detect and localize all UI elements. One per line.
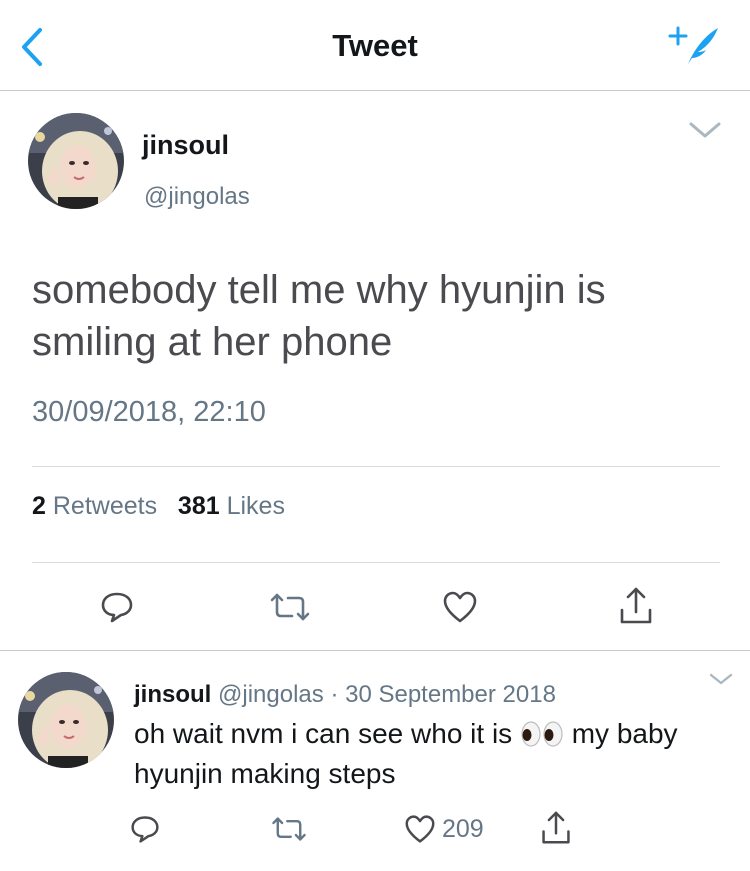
divider [32,466,720,467]
avatar[interactable] [28,113,124,209]
retweet-icon[interactable] [268,592,312,627]
reply-icon[interactable] [100,590,134,629]
reply-date[interactable]: 30 September 2018 [345,681,556,708]
tweet-timestamp: 30/09/2018, 22:10 [32,396,266,428]
retweets-label: Retweets [52,492,158,520]
reply-chevron-down-icon[interactable] [708,672,734,686]
like-icon[interactable] [442,590,478,629]
reply-reply-icon[interactable] [130,814,160,849]
likes-count: 381 [177,492,220,520]
retweets-count: 2 [32,492,46,520]
page-title: Tweet [332,28,418,63]
tweet-separator [0,650,750,651]
share-icon[interactable] [618,586,654,631]
divider [32,562,720,563]
reply-like-count: 209 [442,815,484,843]
likes-stat[interactable]: 381 Likes [178,492,285,520]
compose-tweet-icon[interactable] [666,24,722,68]
reply-retweet-icon[interactable] [270,816,308,847]
author-name[interactable]: jinsoul [142,130,229,161]
reply-text: oh wait nvm i can see who it is my baby … [134,716,734,792]
reply-like-icon[interactable] [404,814,436,849]
chevron-down-icon[interactable] [688,120,722,140]
top-nav-bar: Tweet [0,0,750,91]
tweet-stats: 2 Retweets 381 Likes [32,492,285,521]
author-handle[interactable]: @jingolas [144,183,250,211]
reply-author-name[interactable]: jinsoul [134,681,211,708]
reply-avatar[interactable] [18,672,114,768]
reply-text-start: oh wait nvm i can see who it is [134,718,513,749]
reply-author-handle[interactable]: @jingolas [218,681,324,708]
reply-header: jinsoul @jingolas · 30 September 2018 [134,681,556,709]
tweet-text: somebody tell me why hyunjin is smiling … [32,268,606,364]
reply-share-icon[interactable] [540,810,572,851]
reply-separator: · [330,681,339,708]
retweets-stat[interactable]: 2 Retweets [32,492,157,520]
eyes-emoji-icon [520,720,564,756]
likes-label: Likes [226,492,285,520]
